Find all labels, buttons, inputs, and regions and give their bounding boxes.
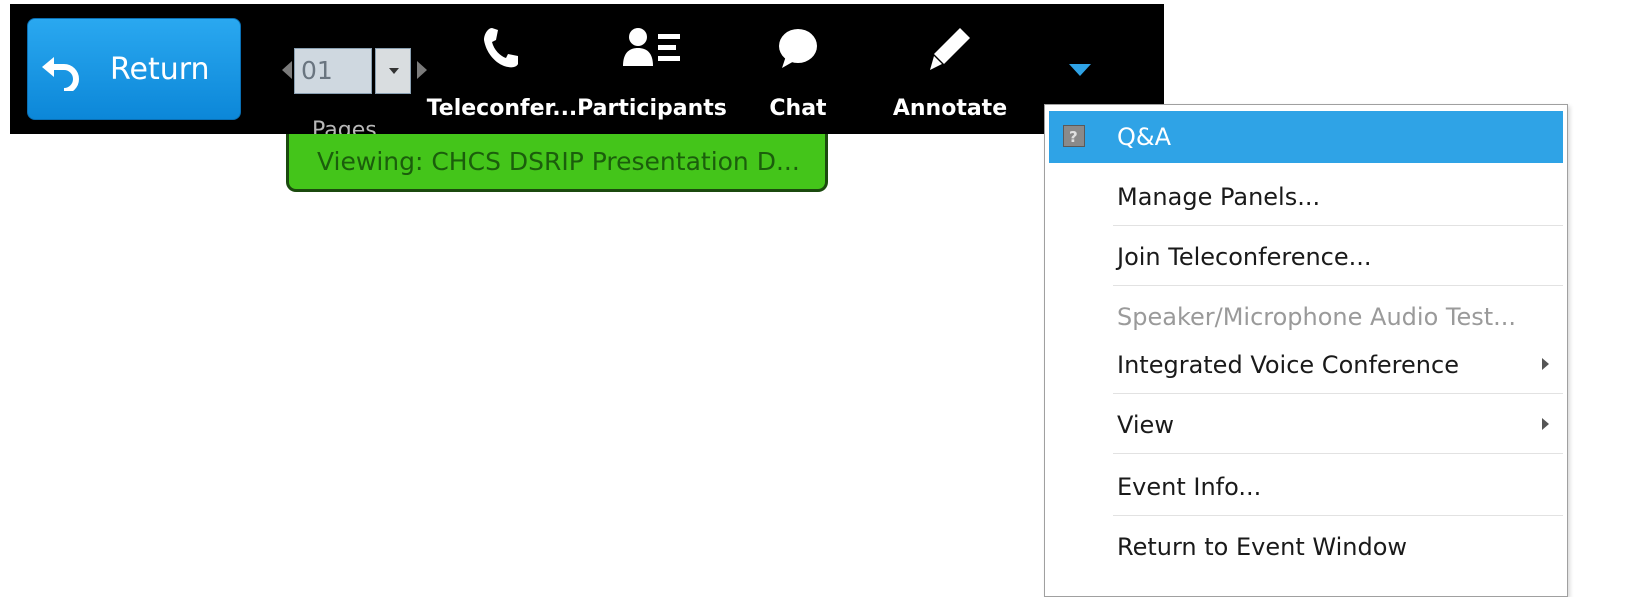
menu-separator bbox=[1113, 393, 1563, 394]
menu-item-label: Join Teleconference... bbox=[1117, 243, 1372, 271]
phone-icon bbox=[482, 26, 522, 74]
menu-item-integrated-voice-conference[interactable]: Integrated Voice Conference bbox=[1049, 339, 1563, 391]
menu-separator bbox=[1113, 225, 1563, 226]
page-dropdown-button[interactable] bbox=[375, 48, 411, 94]
menu-item-label: Return to Event Window bbox=[1117, 533, 1408, 561]
participants-button[interactable]: Participants bbox=[572, 24, 732, 128]
return-button-label: Return bbox=[110, 52, 210, 87]
participants-icon bbox=[622, 26, 682, 74]
top-toolbar: Return 01 Pages Teleconfer... Participan… bbox=[10, 4, 1164, 143]
menu-item-label: Event Info... bbox=[1117, 473, 1262, 501]
participants-label: Participants bbox=[577, 96, 727, 121]
page-number-field[interactable]: 01 bbox=[294, 48, 372, 94]
teleconference-button[interactable]: Teleconfer... bbox=[422, 24, 582, 128]
screen: Return 01 Pages Teleconfer... Participan… bbox=[0, 0, 1646, 597]
menu-item-label: View bbox=[1117, 411, 1174, 439]
chat-label: Chat bbox=[769, 96, 827, 121]
menu-item-join-teleconference[interactable]: Join Teleconference... bbox=[1049, 231, 1563, 283]
submenu-arrow-icon bbox=[1542, 358, 1549, 370]
chat-bubble-icon bbox=[776, 26, 820, 74]
more-options-button[interactable] bbox=[1068, 62, 1092, 78]
menu-item-event-info[interactable]: Event Info... bbox=[1049, 461, 1563, 513]
annotate-button[interactable]: Annotate bbox=[880, 24, 1020, 128]
menu-item-qa[interactable]: Q&A bbox=[1049, 111, 1563, 163]
viewing-banner: Viewing: CHCS DSRIP Presentation D... bbox=[286, 134, 828, 192]
more-options-menu: Q&A Manage Panels... Join Teleconference… bbox=[1044, 104, 1568, 597]
menu-item-view[interactable]: View bbox=[1049, 399, 1563, 451]
pencil-icon bbox=[928, 26, 972, 78]
menu-separator bbox=[1113, 285, 1563, 286]
menu-item-label: Q&A bbox=[1117, 123, 1172, 151]
chat-button[interactable]: Chat bbox=[738, 24, 858, 128]
menu-separator bbox=[1113, 453, 1563, 454]
menu-item-audio-test: Speaker/Microphone Audio Test... bbox=[1049, 291, 1563, 343]
menu-item-label: Speaker/Microphone Audio Test... bbox=[1117, 303, 1517, 331]
page-selector: 01 Pages bbox=[282, 24, 432, 143]
menu-separator bbox=[1113, 515, 1563, 516]
teleconference-label: Teleconfer... bbox=[426, 96, 578, 121]
previous-page-icon[interactable] bbox=[282, 61, 292, 79]
menu-item-return-to-event-window[interactable]: Return to Event Window bbox=[1049, 521, 1563, 573]
qa-icon bbox=[1063, 111, 1085, 163]
submenu-arrow-icon bbox=[1542, 418, 1549, 430]
return-button[interactable]: Return bbox=[27, 18, 241, 120]
menu-item-label: Integrated Voice Conference bbox=[1117, 351, 1459, 379]
caret-down-icon bbox=[1068, 63, 1092, 82]
menu-item-manage-panels[interactable]: Manage Panels... bbox=[1049, 171, 1563, 223]
return-arrow-icon bbox=[40, 51, 82, 94]
menu-item-label: Manage Panels... bbox=[1117, 183, 1321, 211]
annotate-label: Annotate bbox=[892, 96, 1008, 121]
